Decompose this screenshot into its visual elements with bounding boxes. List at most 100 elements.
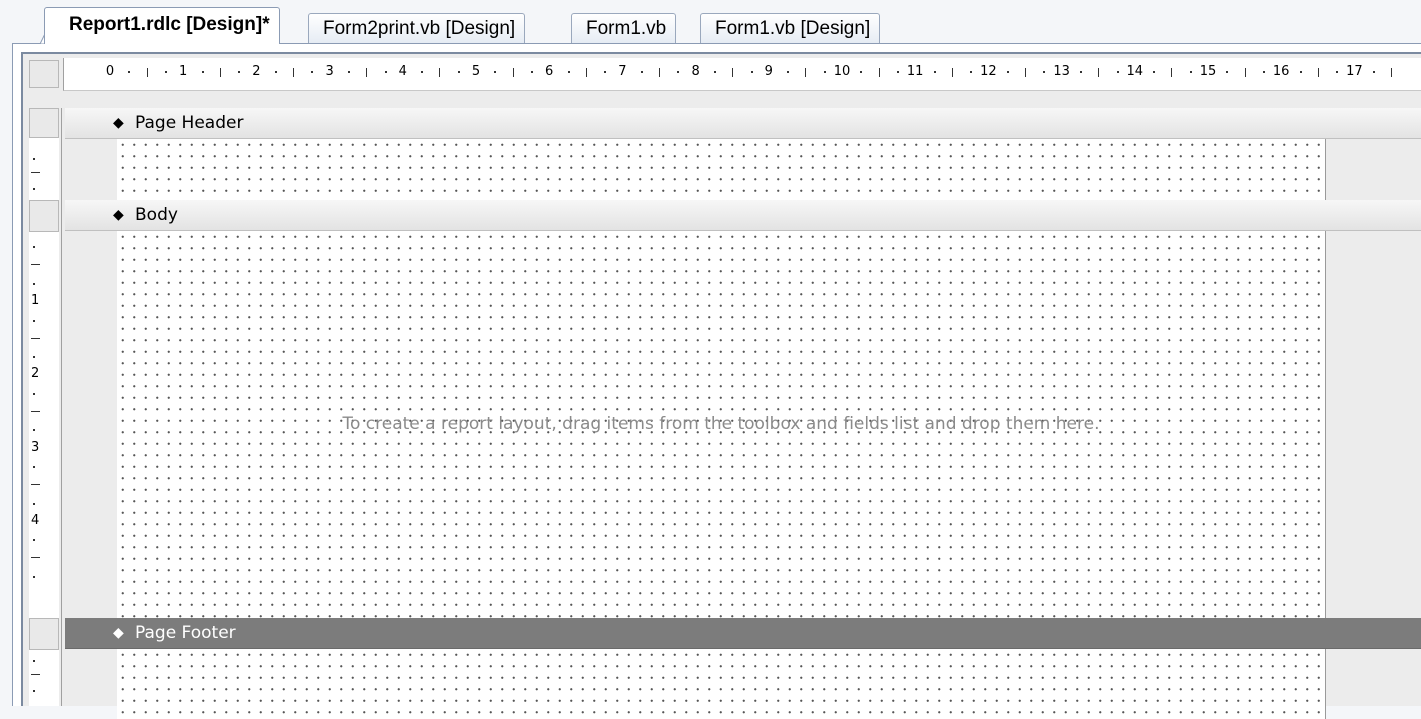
ruler-label-2: 2 [252,64,261,79]
ruler-dot [164,71,167,73]
ruler-label-0: 0 [105,64,115,79]
body-surface[interactable]: To create a report layout, drag items fr… [117,231,1326,618]
ruler-dot [33,429,35,432]
ruler-dot [567,71,570,73]
tab-form1-code[interactable]: Form1.vb [571,13,677,43]
body-band[interactable]: ◆ Body [65,200,1421,231]
ruler-dot [311,71,314,73]
ruler-dot [1006,71,1009,73]
ruler-tick [31,172,40,173]
ruler-label-2: 2 [31,366,40,382]
ruler-tick [31,411,40,412]
ruler-dot [33,158,35,160]
ruler-label-17: 17 [1346,64,1363,79]
vertical-ruler-body-band-block [29,200,59,232]
double-chevron-up-icon[interactable]: ◆ [113,200,124,230]
ruler-dot [274,71,277,73]
ruler-dot [33,465,35,468]
ruler-tick [1171,68,1173,77]
page-footer-surface[interactable] [117,649,1326,719]
ruler-dot [201,71,204,73]
ruler-tick [1317,68,1319,77]
ruler-label-16: 16 [1272,64,1290,79]
tab-report1-design[interactable]: Report1.rdlc [Design]* [44,7,280,44]
ruler-tick [219,68,221,77]
ruler-dot [1079,71,1082,73]
ruler-dot [970,71,973,73]
ruler-dot [33,356,35,359]
ruler-dot [677,71,680,73]
page-header-band[interactable]: ◆ Page Header [65,108,1421,139]
page-footer-band[interactable]: ◆ Page Footer [65,618,1421,649]
ruler-tick [1025,68,1026,77]
ruler-label-8: 8 [691,64,700,79]
ruler-label-1: 1 [179,64,188,79]
ruler-dot [33,283,35,285]
ruler-dot [530,71,533,73]
ruler-tick [146,68,148,77]
ruler-label-4: 4 [31,512,40,528]
report-designer: 0 1 2 3 4 5 6 7 8 9 10 11 12 13 14 15 16 17 1234 ◆ Page H… [12,44,1421,719]
ruler-dot [384,71,387,73]
ruler-dot [1153,71,1156,73]
ruler-tick [366,68,368,77]
ruler-tick [732,68,734,77]
ruler-tick [585,68,587,77]
double-chevron-up-icon[interactable]: ◆ [113,618,124,648]
ruler-dot [494,71,497,73]
ruler-dot [33,575,35,578]
ruler-label-3: 3 [325,64,334,79]
tab-form1-design[interactable]: Form1.vb [Design] [700,13,881,43]
ruler-tick [31,674,40,675]
ruler-dot [1262,71,1265,73]
ruler-label-10: 10 [833,64,851,79]
ruler-tick [31,264,40,265]
ruler-dot [1372,71,1375,73]
ruler-dot [750,71,753,73]
ruler-tick [805,68,807,77]
ruler-label-5: 5 [471,64,481,79]
ruler-dot [1116,71,1119,73]
ruler-tick [512,68,514,77]
ruler-dot [128,71,131,73]
ruler-dot [1189,71,1192,73]
tab-form2print-design[interactable]: Form2print.vb [Design] [308,13,526,43]
ruler-dot [1299,71,1302,73]
vertical-ruler-footer-band-block [29,618,59,650]
body-label: Body [135,205,178,225]
ruler-tick [439,68,441,77]
ruler-label-9: 9 [764,64,773,79]
document-tab-strip: Report1.rdlc [Design]* Form2print.vb [De… [0,0,1421,44]
vertical-ruler-header-band-block [29,108,59,138]
page-header-surface[interactable] [117,139,1326,200]
ruler-dot [33,319,35,322]
ruler-dot [33,246,35,248]
ruler-label-4: 4 [398,64,407,79]
ruler-tick [293,68,294,77]
ruler-tick [31,484,40,486]
ruler-tick [31,337,40,339]
ruler-dot [421,71,424,73]
vertical-ruler-divider [61,108,62,706]
double-chevron-up-icon[interactable]: ◆ [113,108,124,138]
vertical-ruler: 1 2 3 4 [29,108,59,706]
ruler-tick [659,68,660,77]
ruler-dot [33,539,35,542]
ruler-tick [31,557,40,559]
ruler-dot [33,660,35,662]
ruler-dot [933,71,936,73]
body-empty-hint: To create a report layout, drag items fr… [342,414,1100,434]
ruler-dot [1043,71,1046,73]
ruler-label-14: 14 [1126,64,1144,79]
ruler-dot [238,71,241,73]
ruler-label-7: 7 [618,64,627,79]
ruler-tick [1244,68,1246,77]
ruler-dot [1226,71,1229,73]
ruler-dot [33,188,35,190]
page-header-label: Page Header [135,113,244,133]
ruler-dot [33,502,35,505]
ruler-dot [33,392,35,395]
ruler-dot [896,71,899,73]
ruler-label-1: 1 [31,293,40,309]
ruler-tick [878,68,880,77]
